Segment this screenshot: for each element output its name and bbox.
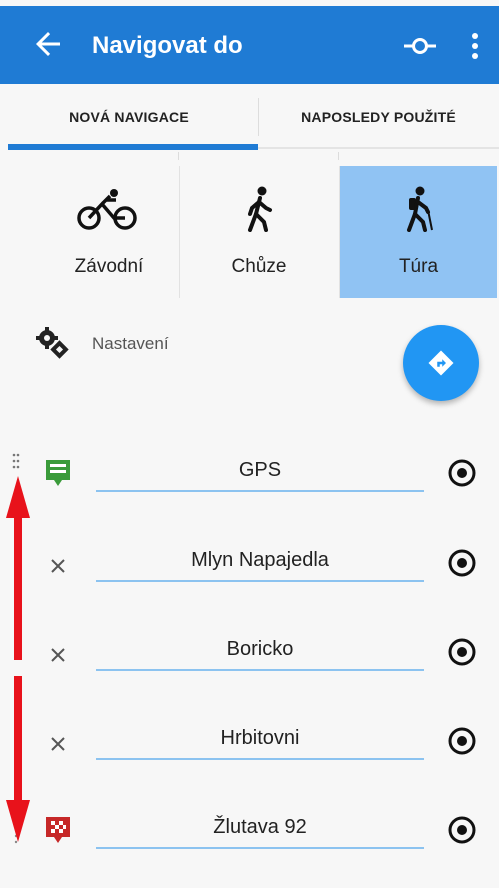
annotation-arrows bbox=[6, 476, 30, 842]
walking-icon bbox=[248, 186, 272, 232]
mode-label: Závodní bbox=[74, 256, 144, 277]
mode-label: Túra bbox=[398, 256, 439, 277]
target-icon[interactable] bbox=[447, 637, 477, 667]
tab-underline bbox=[258, 147, 499, 149]
mode-hiking[interactable]: Túra bbox=[340, 166, 497, 298]
app-bar: Navigovat do bbox=[0, 6, 499, 84]
mode-walking[interactable]: Chůze bbox=[180, 166, 338, 298]
route-point-row: GPS bbox=[0, 446, 499, 516]
target-icon[interactable] bbox=[447, 815, 477, 845]
hiking-icon bbox=[407, 186, 433, 232]
target-icon[interactable] bbox=[447, 548, 477, 578]
route-point-input[interactable]: Mlyn Napajedla bbox=[96, 540, 424, 582]
navigate-diamond-icon bbox=[428, 350, 454, 376]
page-title: Navigovat do bbox=[92, 32, 243, 59]
tab-bar: NOVÁ NAVIGACE NAPOSLEDY POUŽITÉ bbox=[0, 84, 499, 152]
route-point-input[interactable]: Hrbitovni bbox=[96, 718, 424, 760]
settings-link[interactable]: Nastavení bbox=[92, 334, 169, 354]
route-point-row: Žlutava 92 bbox=[0, 803, 499, 873]
mode-label: Chůze bbox=[231, 256, 287, 277]
route-point-input[interactable]: Žlutava 92 bbox=[96, 807, 424, 849]
mode-selector: Závodní Chůze Túra bbox=[0, 152, 499, 298]
route-point-row: Hrbitovni bbox=[0, 714, 499, 784]
tab-recently-used[interactable]: NAPOSLEDY POUŽITÉ bbox=[258, 84, 499, 150]
divider-tick bbox=[338, 152, 339, 160]
route-point-row: Mlyn Napajedla bbox=[0, 536, 499, 606]
target-icon[interactable] bbox=[447, 726, 477, 756]
route-point-row: Boricko bbox=[0, 625, 499, 695]
mode-racing[interactable]: Závodní bbox=[40, 166, 178, 298]
divider-tick bbox=[178, 152, 179, 160]
route-point-input[interactable]: GPS bbox=[96, 450, 424, 492]
target-icon[interactable] bbox=[447, 458, 477, 488]
route-point-input[interactable]: Boricko bbox=[96, 629, 424, 671]
bicycle-icon bbox=[77, 189, 137, 230]
route-point-icon[interactable] bbox=[402, 34, 438, 58]
more-vertical-icon[interactable] bbox=[468, 28, 482, 64]
navigate-button[interactable] bbox=[403, 325, 479, 401]
